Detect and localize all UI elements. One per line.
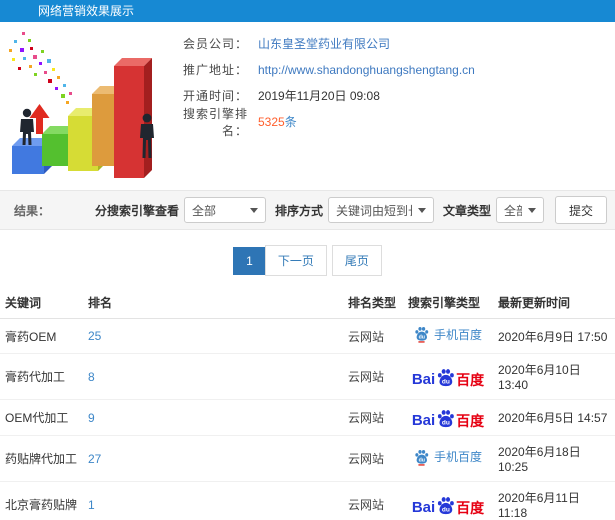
update-time-cell: 2020年6月5日 14:57 [493,399,615,436]
table-row: 北京膏药贴牌 1 云网站 Bai du 百度 2020年6月11日 11:18 [0,481,615,520]
rank-type-cell: 云网站 [343,353,403,400]
promo-url-row: 推广地址： http://www.shandonghuangshengtang.… [166,61,615,78]
page-title: 网络营销效果展示 [38,4,135,18]
sort-filter-select[interactable]: 关键词由短到长排序 [327,197,434,223]
next-page-button[interactable]: 下一页 [264,245,327,276]
member-company-label: 会员公司： [182,37,248,51]
engine-filter-select[interactable]: 全部 [183,197,266,223]
rank-cell[interactable]: 8 [83,353,343,400]
column-header-3: 搜索引擎类型 [403,288,493,319]
keyword-cell: 膏药代加工 [0,353,83,400]
open-time-row: 开通时间： 2019年11月20日 09:08 [166,87,615,104]
page-header: 网络营销效果展示 [0,0,615,22]
column-header-4: 最新更新时间 [493,288,615,319]
promo-url-label: 推广地址： [182,63,248,77]
baidu-logo: Bai du 百度 [412,366,484,387]
engine-cell: Bai du 百度 [403,399,493,436]
engine-rank-count: 5325 [258,115,285,129]
engine-cell: du 手机百度 [403,435,493,482]
keyword-cell: 北京膏药贴牌 [0,481,83,520]
submit-button[interactable]: 提交 [554,196,607,224]
sort-filter-label: 排序方式 [274,203,323,218]
mobile-baidu-label: 手机百度 [433,450,482,464]
baidu-logo: Bai du 百度 [412,494,484,515]
mobile-baidu-badge: du 手机百度 [414,326,482,343]
svg-text:du: du [442,420,450,427]
table-row: 膏药OEM 25 云网站 du 手机百度 2020年6月9日 17:50 [0,318,615,354]
confetti-dots [9,32,72,104]
open-time-value: 2019年11月20日 09:08 [258,89,380,103]
info-section: 会员公司： 山东皇圣堂药业有限公司 推广地址： http://www.shand… [0,22,615,190]
open-time-label: 开通时间： [182,89,248,103]
table-header-row: 关键词 排名 排名类型 搜索引擎类型 最新更新时间 [0,288,615,319]
baidu-logo-bai: Bai [411,499,436,516]
rank-cell[interactable]: 1 [83,481,343,520]
engine-rank-unit: 条 [284,115,297,129]
filter-controls: 分搜索引擎查看 全部 排序方式 关键词由短到长排序 文章类型 全部 提交 [91,196,607,224]
baidu-paw-icon: du [438,369,454,387]
rank-cell[interactable]: 25 [83,318,343,354]
result-label: 结果： [14,203,51,218]
promo-url-link[interactable]: http://www.shandonghuangshengtang.cn [258,63,475,77]
mobile-baidu-label: 手机百度 [433,327,482,342]
chevron-down-icon [527,207,536,213]
table-row: 膏药代加工 8 云网站 Bai du 百度 2020年6月10日 13:40 [0,353,615,400]
baidu-paw-icon: du [438,497,454,515]
member-company-row: 会员公司： 山东皇圣堂药业有限公司 [166,35,615,52]
article-type-select[interactable]: 全部 [495,197,544,223]
keyword-cell: 药贴牌代加工 [0,435,83,482]
rank-cell[interactable]: 27 [83,435,343,482]
table-row: OEM代加工 9 云网站 Bai du 百度 2020年6月5日 14:57 [0,399,615,436]
update-time-cell: 2020年6月9日 17:50 [493,318,615,354]
mobile-baidu-badge: du 手机百度 [414,449,482,466]
engine-cell: Bai du 百度 [403,481,493,520]
update-time-cell: 2020年6月18日 10:25 [493,435,615,482]
svg-text:du: du [419,335,425,341]
engine-rank-label: 搜索引擎排名： [182,106,248,138]
baidu-paw-icon: du [415,449,429,466]
column-header-1: 排名 [83,288,343,319]
baidu-logo-name: 百度 [456,413,485,429]
svg-text:du: du [442,379,450,386]
chevron-down-icon [417,207,426,213]
baidu-logo-name: 百度 [456,500,485,516]
baidu-paw-icon: du [415,326,429,343]
svg-text:du: du [442,507,450,514]
column-header-2: 排名类型 [343,288,403,319]
chevron-down-icon [249,207,258,213]
table-row: 药贴牌代加工 27 云网站 du 手机百度 2020年6月18日 10:25 [0,435,615,482]
engine-cell: Bai du 百度 [403,353,493,400]
page-number-current[interactable]: 1 [233,246,266,275]
baidu-logo: Bai du 百度 [412,407,484,428]
baidu-logo-bai: Bai [411,412,436,429]
engine-rank-row: 搜索引擎排名： 5325条 [166,107,615,138]
keyword-cell: 膏药OEM [0,318,83,354]
rank-cell[interactable]: 9 [83,399,343,436]
engine-filter-label: 分搜索引擎查看 [94,203,179,218]
baidu-paw-icon: du [438,410,454,428]
keyword-cell: OEM代加工 [0,399,83,436]
engine-cell: du 手机百度 [403,318,493,354]
rank-type-cell: 云网站 [343,481,403,520]
member-company-link[interactable]: 山东皇圣堂药业有限公司 [258,35,390,52]
filter-bar: 结果： 分搜索引擎查看 全部 排序方式 关键词由短到长排序 文章类型 全部 提交 [0,190,615,230]
last-page-button[interactable]: 尾页 [331,245,382,276]
bar-chart-figures-graphic [9,32,154,178]
svg-text:du: du [419,457,425,463]
pagination: 1 下一页 尾页 [0,230,615,288]
baidu-logo-bai: Bai [411,371,436,388]
article-type-filter-label: 文章类型 [442,203,491,218]
rank-type-cell: 云网站 [343,435,403,482]
update-time-cell: 2020年6月11日 11:18 [493,481,615,520]
rank-type-cell: 云网站 [343,318,403,354]
column-header-0: 关键词 [0,288,83,319]
growth-chart-illustration [0,26,176,186]
info-fields: 会员公司： 山东皇圣堂药业有限公司 推广地址： http://www.shand… [166,35,615,139]
keyword-rank-table: 关键词 排名 排名类型 搜索引擎类型 最新更新时间 膏药OEM 25 云网站 du 手机百度… [0,288,615,520]
baidu-logo-name: 百度 [456,372,485,388]
update-time-cell: 2020年6月10日 13:40 [493,353,615,400]
rank-type-cell: 云网站 [343,399,403,436]
